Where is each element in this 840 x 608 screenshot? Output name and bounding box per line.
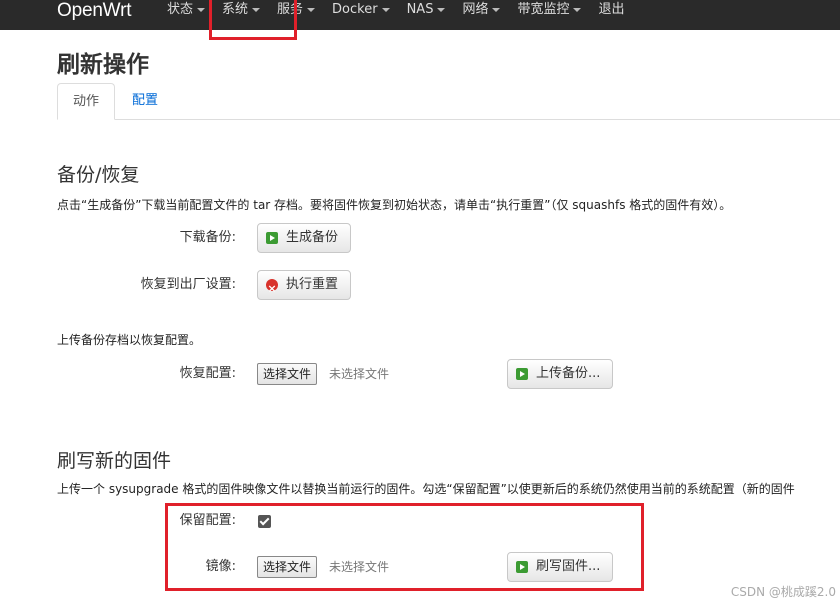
firmware-description: 上传一个 sysupgrade 格式的固件映像文件以替换当前运行的固件。勾选“保…	[57, 482, 795, 496]
menu-status[interactable]: 状态	[167, 0, 206, 20]
perform-reset-button[interactable]: 执行重置	[257, 270, 352, 303]
play-icon	[266, 232, 278, 244]
play-icon	[516, 368, 528, 380]
menu-logout[interactable]: 退出	[598, 0, 624, 20]
caret-down-icon	[381, 7, 390, 12]
highlight-system-menu	[209, 0, 297, 40]
upload-backup-button[interactable]: 上传备份...	[507, 359, 614, 389]
menu-bandwidth[interactable]: 带宽监控	[517, 0, 582, 20]
factory-reset-label: 恢复到出厂设置:	[140, 277, 236, 292]
caret-down-icon	[573, 7, 582, 12]
backup-section-title: 备份/恢复	[57, 164, 140, 186]
menu-docker[interactable]: Docker	[332, 0, 390, 20]
download-backup-label: 下载备份:	[179, 230, 236, 245]
caret-down-icon	[307, 7, 316, 12]
menu-nas[interactable]: NAS	[407, 0, 446, 20]
tab-configuration[interactable]: 配置	[117, 83, 173, 120]
caret-down-icon	[197, 7, 206, 12]
brand-logo[interactable]: OpenWrt	[57, 0, 131, 22]
top-navbar: OpenWrt 状态 系统 服务 Docker NAS 网络 带宽监控 退出	[0, 0, 840, 30]
page-title: 刷新操作	[57, 52, 149, 78]
upload-backup-description: 上传备份存档以恢复配置。	[57, 333, 202, 347]
restore-choose-file-button[interactable]: 选择文件	[257, 363, 318, 385]
firmware-section-title: 刷写新的固件	[57, 450, 172, 472]
restore-no-file-text: 未选择文件	[329, 367, 390, 381]
stop-icon	[266, 275, 278, 303]
highlight-firmware-options	[165, 503, 644, 591]
menu-network[interactable]: 网络	[462, 0, 501, 20]
restore-config-label: 恢复配置:	[179, 366, 236, 381]
caret-down-icon	[437, 7, 446, 12]
backup-description: 点击“生成备份”下载当前配置文件的 tar 存档。要将固件恢复到初始状态，请单击…	[57, 198, 732, 212]
tab-actions[interactable]: 动作	[57, 83, 115, 120]
watermark: CSDN @桃成蹊2.0	[730, 585, 836, 599]
caret-down-icon	[492, 7, 501, 12]
tab-bar: 动作 配置	[57, 83, 840, 120]
generate-backup-button[interactable]: 生成备份	[257, 223, 352, 253]
